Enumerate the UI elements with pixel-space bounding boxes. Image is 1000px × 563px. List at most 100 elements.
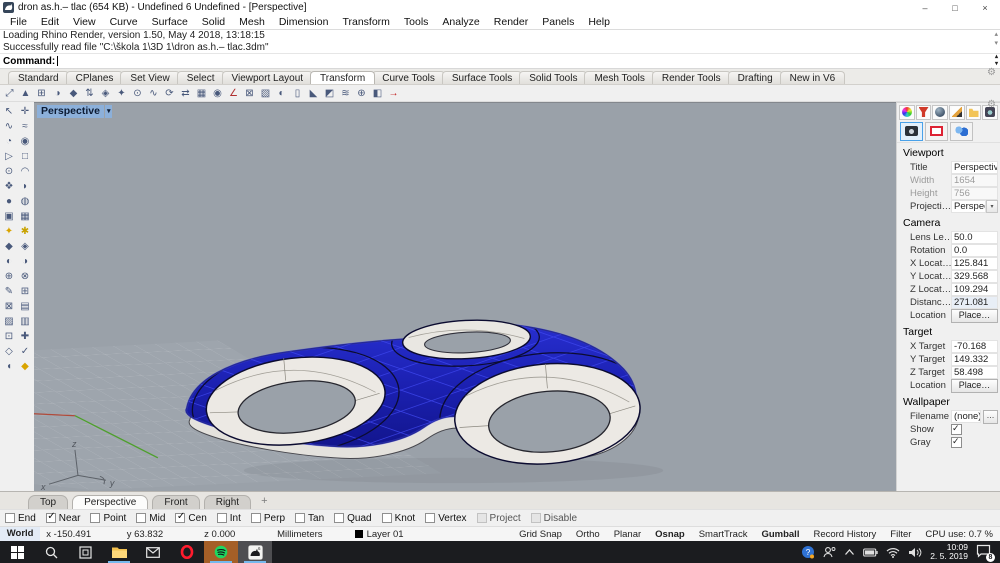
browse-button[interactable]: … (983, 410, 998, 424)
checkbox-icon[interactable] (46, 513, 56, 523)
tool-icon[interactable]: ▷ (1, 149, 17, 163)
osnap-toggle[interactable]: Quad (334, 513, 371, 524)
projection-value[interactable]: Perspec… (951, 200, 986, 213)
menu-item[interactable]: Edit (34, 16, 66, 28)
toolbar-tab[interactable]: Set View (120, 71, 179, 84)
property-value[interactable]: 1654 (951, 174, 998, 187)
taskbar-search-button[interactable] (34, 541, 68, 563)
tool-icon[interactable]: ◠ (17, 164, 33, 178)
perspective-viewport[interactable]: z x y (34, 102, 896, 491)
checkbox-icon[interactable] (5, 513, 15, 523)
tool-icon[interactable]: ⊙ (130, 86, 145, 100)
tool-icon[interactable]: ⊡ (1, 329, 17, 343)
scroll-up-icon[interactable]: ▴ (994, 30, 998, 39)
command-history[interactable]: Loading Rhino Render, version 1.50, May … (0, 29, 1000, 54)
command-input[interactable]: Command: ▴ ▾ (0, 54, 1000, 69)
tool-icon[interactable]: ● (1, 194, 17, 208)
osnap-toggle[interactable]: Mid (136, 513, 165, 524)
tool-icon[interactable]: ▧ (258, 86, 273, 100)
tool-icon[interactable]: ⇅ (82, 86, 97, 100)
menu-item[interactable]: Surface (145, 16, 195, 28)
tool-icon[interactable]: ◧ (370, 86, 385, 100)
scroll-down-icon[interactable]: ▾ (994, 39, 998, 48)
osnap-toggle[interactable]: Point (90, 513, 126, 524)
tool-icon[interactable]: ✚ (17, 329, 33, 343)
property-value[interactable]: 329.568 (951, 270, 998, 283)
camera-place-button[interactable]: Place… (951, 309, 998, 323)
checkbox-icon[interactable] (136, 513, 146, 523)
viewport-menu-caret-icon[interactable]: ▾ (105, 105, 113, 118)
property-value[interactable]: -70.168 (951, 340, 998, 353)
property-value[interactable]: 125.841 (951, 257, 998, 270)
status-pane[interactable]: Grid Snap (512, 529, 569, 540)
viewport-tab[interactable]: Front (152, 495, 199, 509)
menu-item[interactable]: Analyze (435, 16, 486, 28)
tool-icon[interactable]: ◆ (1, 239, 17, 253)
cplane-indicator[interactable]: World (0, 527, 40, 541)
checkbox-icon[interactable] (175, 513, 185, 523)
mail-button[interactable] (136, 541, 170, 563)
tool-icon[interactable]: ✎ (1, 284, 17, 298)
tool-icon[interactable]: ✱ (17, 224, 33, 238)
toolbar-tab[interactable]: Solid Tools (519, 71, 587, 84)
spinner-up-icon[interactable]: ▴ (995, 54, 998, 61)
viewport-title-label[interactable]: Perspective ▾ (37, 105, 112, 118)
panel-tab[interactable] (899, 105, 915, 120)
tool-icon[interactable]: ◐ (274, 86, 289, 100)
tool-icon[interactable]: ◍ (17, 194, 33, 208)
checkbox-icon[interactable] (531, 513, 541, 523)
tool-icon[interactable]: ✦ (1, 224, 17, 238)
tool-icon[interactable]: ⊠ (242, 86, 257, 100)
tool-icon[interactable]: ✛ (17, 104, 33, 118)
tool-icon[interactable]: ◈ (98, 86, 113, 100)
tool-icon[interactable]: ▲ (18, 86, 33, 100)
tool-icon[interactable]: ◑ (17, 254, 33, 268)
show-hidden-icons-chevron[interactable] (844, 548, 855, 556)
property-value[interactable]: 109.294 (951, 283, 998, 296)
tool-icon[interactable]: ◔ (1, 134, 17, 148)
osnap-toggle[interactable]: Project (477, 513, 521, 524)
osnap-toggle[interactable]: Vertex (425, 513, 466, 524)
tool-icon[interactable]: ▣ (1, 209, 17, 223)
tool-icon[interactable]: ◆ (17, 359, 33, 373)
tool-icon[interactable]: ≋ (338, 86, 353, 100)
tool-icon[interactable]: ◣ (306, 86, 321, 100)
status-pane[interactable]: Ortho (569, 529, 607, 540)
gray-checkbox[interactable] (951, 437, 962, 448)
menu-item[interactable]: Help (581, 16, 617, 28)
close-button[interactable]: × (970, 0, 1000, 15)
tool-icon[interactable]: ✓ (17, 344, 33, 358)
action-center-button[interactable]: 8 (976, 544, 992, 560)
tool-icon[interactable]: ↖ (1, 104, 17, 118)
toolbar-tab[interactable]: Select (177, 71, 225, 84)
viewport-title-text[interactable]: Perspective (37, 105, 104, 118)
toolbar-tab[interactable]: CPlanes (66, 71, 124, 84)
property-value[interactable]: 149.332 (951, 353, 998, 366)
tool-icon[interactable]: ⤢ (2, 86, 17, 100)
checkbox-icon[interactable] (90, 513, 100, 523)
checkbox-icon[interactable] (477, 513, 487, 523)
property-value[interactable]: Perspective (951, 161, 998, 174)
toolbar-tab[interactable]: Standard (8, 71, 69, 84)
menu-item[interactable]: File (3, 16, 34, 28)
current-layer[interactable]: Layer 01 (349, 529, 473, 540)
tool-icon[interactable]: → (386, 86, 401, 100)
viewport-tab[interactable]: Top (28, 495, 68, 509)
tool-icon[interactable]: ◖ (1, 359, 17, 373)
minimize-button[interactable]: – (910, 0, 940, 15)
osnap-toggle[interactable]: Int (217, 513, 241, 524)
task-view-button[interactable] (68, 541, 102, 563)
tool-icon[interactable]: ▦ (194, 86, 209, 100)
panel-tab[interactable] (966, 105, 982, 120)
toolbar-tab[interactable]: Drafting (728, 71, 783, 84)
file-explorer-button[interactable] (102, 541, 136, 563)
property-value[interactable]: 271.081 (951, 296, 998, 309)
taskbar-clock[interactable]: 10:09 2. 5. 2019 (930, 543, 968, 562)
panel-mode-button[interactable] (900, 122, 923, 141)
volume-icon[interactable] (908, 547, 922, 558)
tool-icon[interactable]: ∿ (146, 86, 161, 100)
tool-icon[interactable]: ◑ (50, 86, 65, 100)
tool-icon[interactable]: ⊞ (34, 86, 49, 100)
tool-icon[interactable]: ⊗ (17, 269, 33, 283)
menu-item[interactable]: Curve (103, 16, 145, 28)
